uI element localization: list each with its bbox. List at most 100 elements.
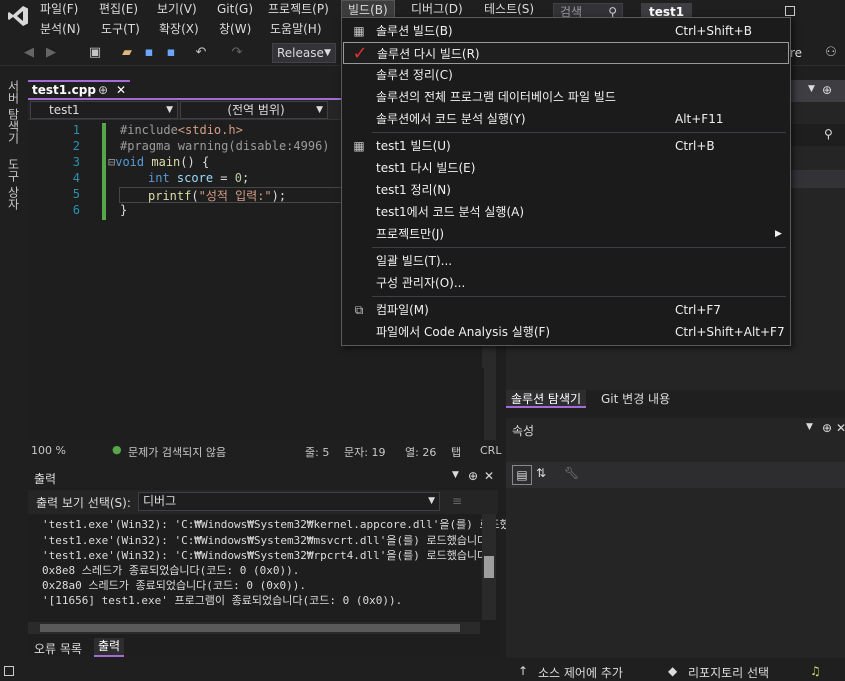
tab-output[interactable]: 출력 [94,638,125,657]
chevron-down-icon: ▼ [166,105,173,115]
issues-status[interactable]: 문제가 검색되지 않음 [128,444,226,460]
toolbox-tab[interactable]: 도구 상자 [5,158,22,210]
scrollbar-thumb[interactable] [484,556,494,578]
line-ending-indicator[interactable]: CRL [480,444,501,457]
status-box-icon [4,666,14,676]
tab-error-list[interactable]: 오류 목록 [34,640,82,657]
line-number: 1 [72,123,80,137]
tab-label: test1.cpp [32,83,96,97]
menu-git[interactable]: Git(G) [211,0,259,18]
menu-tools[interactable]: 도구(T) [95,20,146,38]
menu-file[interactable]: 파일(F) [34,0,84,18]
menu-item-label: 프로젝트만(J) [376,227,445,241]
notification-bell-icon[interactable]: ♫ [810,664,821,678]
forward-icon[interactable]: ▶ [42,44,60,62]
menu-test[interactable]: 테스트(S) [478,0,540,18]
menu-item-shortcut: Ctrl+Shift+B [675,24,752,38]
menu-item-label: 컴파일(M) [376,303,429,317]
menu-item-solution-code-analysis[interactable]: 솔루션에서 코드 분석 실행(Y) Alt+F11 [343,108,789,130]
output-vertical-scrollbar[interactable] [482,514,496,620]
select-repository[interactable]: 리포지토리 선택 [688,664,769,681]
menu-extensions[interactable]: 확장(X) [153,20,205,38]
tab-solution-explorer[interactable]: 솔루션 탐색기 [506,390,587,408]
chevron-down-icon: ▼ [324,48,331,58]
project-scope-select[interactable]: test1 ▼ [30,101,178,119]
output-horizontal-scrollbar[interactable] [28,622,480,634]
property-pages-icon[interactable]: 🔧︎ [564,466,579,480]
chevron-down-icon[interactable]: ▼ [806,422,813,432]
clear-output-icon[interactable]: ≡ [452,494,462,508]
tab-test1-cpp[interactable]: test1.cpp ⊕ ✕ [28,80,130,100]
properties-panel: 속성 ▼ ⊕ ✕ ▤ ⇅ 🔧︎ [506,418,845,658]
menu-item-rebuild-project[interactable]: test1 다시 빌드(E) [343,157,789,179]
menu-item-batch-build[interactable]: 일괄 빌드(T)... [343,250,789,272]
global-scope-select[interactable]: (전역 범위) ▼ [180,101,328,119]
menu-analyze[interactable]: 분석(N) [34,20,86,38]
save-all-icon[interactable]: ▪ [162,44,180,62]
output-line: 'test1.exe'(Win32): 'C:₩Windows₩System32… [42,549,494,562]
menu-item-label: 일괄 빌드(T)... [376,254,453,268]
menu-item-project-code-analysis[interactable]: test1에서 코드 분석 실행(A) [343,201,789,223]
menu-view[interactable]: 보기(V) [151,0,203,18]
menu-separator [372,247,786,248]
undo-icon[interactable]: ↶ [192,44,210,62]
variable: score [176,171,214,185]
add-source-control[interactable]: 소스 제어에 추가 [538,664,623,681]
save-icon[interactable]: ▪ [140,44,158,62]
vs-logo-icon[interactable] [6,4,30,28]
scrollbar-thumb[interactable] [40,624,460,632]
menu-item-rebuild-solution[interactable]: ✓ 솔루션 다시 빌드(R) [343,42,789,64]
back-icon[interactable]: ◀ [20,44,38,62]
menu-project[interactable]: 프로젝트(P) [262,0,335,18]
build-icon: ▦ [353,139,365,153]
close-icon[interactable]: ✕ [484,469,494,483]
live-share-icon[interactable]: ⚇ [822,44,840,62]
output-source-select[interactable]: 디버그 ▼ [138,492,440,511]
output-source-label: 출력 보기 선택(S): [36,496,131,510]
menu-item-compile[interactable]: ⧉ 컴파일(M) Ctrl+F7 [343,299,789,321]
zoom-level[interactable]: 100 % [31,444,66,457]
menu-item-clean-project[interactable]: test1 정리(N) [343,179,789,201]
chevron-down-icon[interactable]: ▼ [452,470,459,480]
menu-help[interactable]: 도움말(H) [264,20,328,38]
close-icon[interactable]: ✕ [836,421,845,435]
close-icon[interactable]: ✕ [116,82,126,98]
categorized-icon[interactable]: ▤ [512,465,532,485]
open-folder-icon[interactable]: ▰ [118,44,136,62]
alphabetical-icon[interactable]: ⇅ [536,466,546,480]
pin-icon[interactable]: ⊕ [98,82,108,98]
menu-item-build-project[interactable]: ▦ test1 빌드(U) Ctrl+B [343,135,789,157]
configuration-select[interactable]: Release ▼ [272,43,336,63]
menu-item-project-only[interactable]: 프로젝트만(J) ▶ [343,223,789,245]
menu-debug[interactable]: 디버그(D) [405,0,469,18]
tab-git-changes[interactable]: Git 변경 내용 [596,390,675,408]
arrow-up-icon: ↑ [518,664,529,678]
server-explorer-tab[interactable]: 서버 탐색기 [5,80,22,144]
code-line-3: ⊟void main() { [108,155,209,169]
pin-icon[interactable]: ⊕ [822,421,832,435]
menu-item-configuration-manager[interactable]: 구성 관리자(O)... [343,272,789,294]
menu-build[interactable]: 빌드(B) [341,0,395,18]
menu-item-build-pdb[interactable]: 솔루션의 전체 프로그램 데이터베이스 파일 빌드 [343,86,789,108]
output-text[interactable]: 'test1.exe'(Win32): 'C:₩Windows₩System32… [28,514,510,622]
editor-scroll-segment[interactable] [482,346,496,368]
restore-icon[interactable] [785,6,795,16]
menu-edit[interactable]: 편집(E) [93,0,144,18]
chevron-down-icon[interactable]: ▼ [808,84,815,94]
chevron-right-icon: ▶ [775,229,782,239]
menu-item-build-solution[interactable]: ▦ 솔루션 빌드(B) Ctrl+Shift+B [343,20,789,42]
tab-indicator[interactable]: 탭 [451,444,461,460]
menu-item-file-code-analysis[interactable]: 파일에서 Code Analysis 실행(F) Ctrl+Shift+Alt+… [343,321,789,343]
line-indicator: 줄: 5 [305,446,330,459]
preprocessor: #pragma warning(disable:4996) [120,139,330,153]
code-text: () { [180,155,210,169]
new-project-icon[interactable]: ▣ [86,44,104,62]
menu-window[interactable]: 창(W) [213,20,257,38]
bottom-tool-tabs: 오류 목록 출력 [28,638,498,658]
pin-icon[interactable]: ⊕ [468,469,478,483]
menu-item-clean-solution[interactable]: 솔루션 정리(C) [343,64,789,86]
pin-icon[interactable]: ⊕ [822,83,832,97]
redo-icon[interactable]: ↷ [228,44,246,62]
menu-item-shortcut: Ctrl+F7 [675,303,721,317]
line-number: 4 [72,171,80,185]
